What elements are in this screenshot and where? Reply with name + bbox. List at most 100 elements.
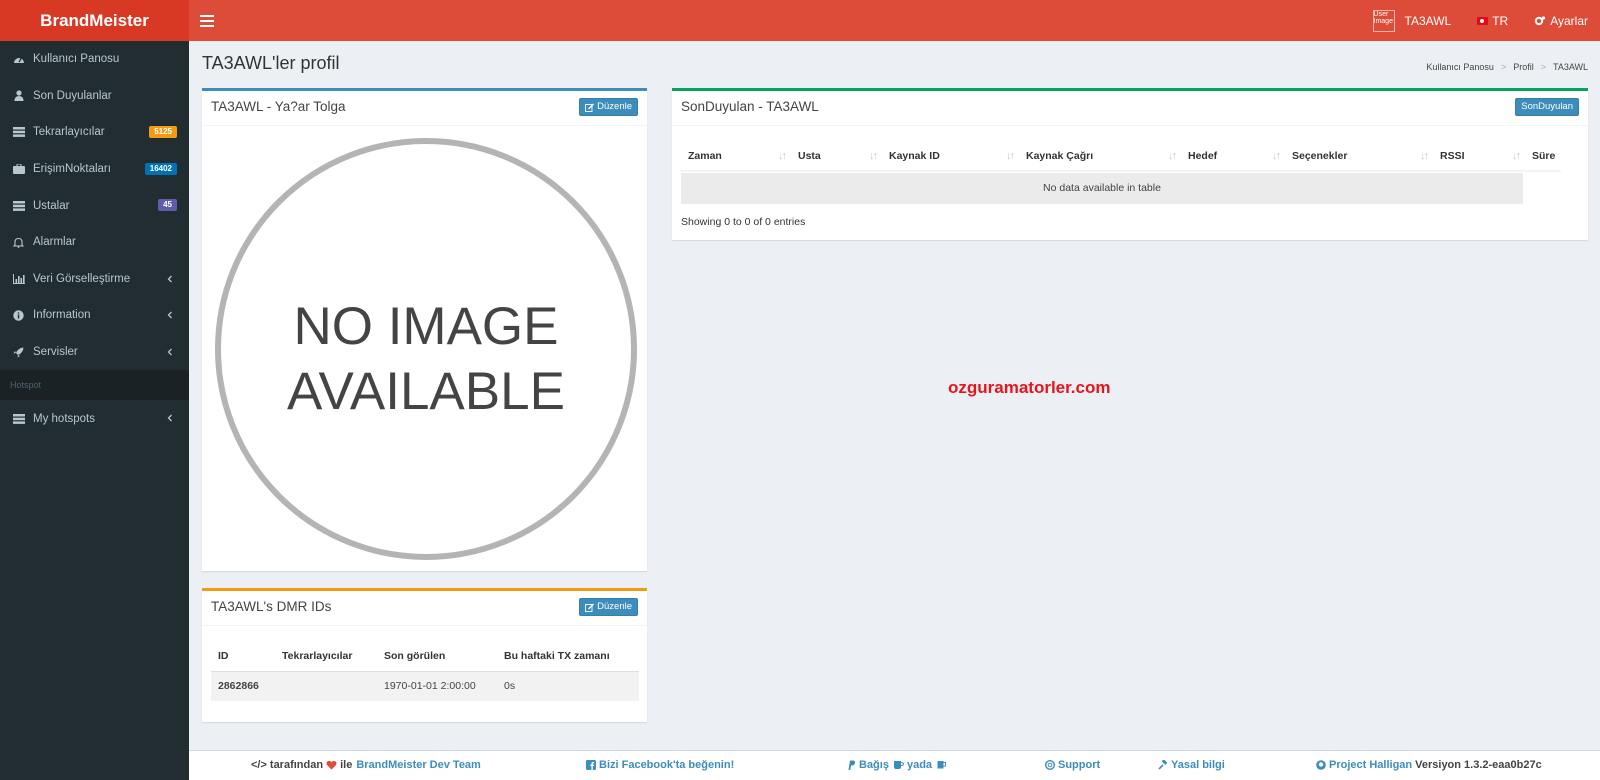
sidebar-item-alarms[interactable]: Alarmlar [0,224,189,261]
column-label: Seçenekler [1292,149,1348,162]
footer-credits: </> tarafından ile BrandMeister Dev Team [251,759,481,771]
column-label: RSSI [1440,149,1465,162]
gavel-icon [1158,760,1168,770]
column-header-time[interactable]: Zaman ↓↑ [681,141,791,172]
facebook-link[interactable]: Bizi Facebook'ta beğenin! [586,759,734,771]
column-header-repeaters: Tekrarlayıcılar [282,649,353,662]
sidebar-item-label: Son Duyulanlar [33,89,112,102]
sidebar: Kullanıcı Panosu Son Duyulanlar Tekrarla… [0,41,189,780]
user-avatar: User Image [1372,9,1395,32]
sidebar-item-label: My hotspots [33,412,95,425]
column-header-source-call[interactable]: Kaynak Çağrı ↓↑ [1019,141,1181,172]
bell-icon [12,236,25,248]
project-link[interactable]: Project Halligan [1329,759,1412,771]
coffee-icon [893,761,904,769]
sidebar-item-label: Veri Görselleştirme [33,272,131,285]
column-label: Kaynak ID [889,149,940,162]
or-text: yada [906,759,933,771]
dmr-id-cell: 2862866 [211,670,275,701]
sidebar-toggle-icon[interactable] [200,12,214,28]
no-image-line2: AVAILABLE [287,362,565,421]
breadcrumb-item-profile[interactable]: Profil [1513,62,1534,72]
sidebar-section-header: Hotspot [0,370,189,401]
edit-dmr-ids-button[interactable]: Düzenle [579,598,638,616]
navbar-right: User Image TA3AWL TR Ayarlar [1347,0,1588,41]
edit-icon [585,103,595,112]
version-text: Versiyon 1.3.2-eaa0b27c [1415,759,1542,771]
page-title: TA3AWL'ler profil [202,53,340,73]
profile-box: TA3AWL - Ya?ar Tolga Düzenle NO IMAGE AV… [202,88,647,571]
sidebar-item-label: Kullanıcı Panosu [33,53,120,66]
bar-chart-icon [12,273,25,285]
settings-menu[interactable]: Ayarlar [1534,14,1588,28]
access-points-count-badge: 16402 [144,162,177,175]
breadcrumb-separator: > [1500,62,1507,72]
sidebar-item-data-visualization[interactable]: Veri Görselleştirme [0,261,189,298]
rocket-icon [12,346,25,358]
github-icon [1316,760,1326,770]
table-row: 2862866 1970-01-01 2:00:00 0s [211,670,639,701]
edit-dmr-label: Düzenle [597,601,632,612]
sort-icon: ↓↑ [1512,150,1521,162]
box-divider [202,625,647,626]
sort-icon: ↓↑ [1272,150,1281,162]
code-icon: </> [251,759,267,771]
sort-icon: ↓↑ [778,150,787,162]
column-header-id: ID [218,649,229,662]
breadcrumb-item-dashboard[interactable]: Kullanıcı Panosu [1426,62,1494,72]
footer-project-info: Project Halligan Versiyon 1.3.2-eaa0b27c [1316,759,1542,771]
table-empty-message: No data available in table [681,173,1523,204]
heart-icon [326,760,337,770]
table-info: Showing 0 to 0 of 0 entries [681,216,806,228]
sidebar-item-masters[interactable]: Ustalar 45 [0,187,189,224]
sidebar-item-repeaters[interactable]: Tekrarlayıcılar 5125 [0,114,189,151]
sidebar-item-label: Information [33,309,91,322]
last-heard-button[interactable]: SonDuyulan [1515,98,1579,116]
sidebar-item-label: Alarmlar [33,236,76,249]
server-icon [12,413,25,425]
sidebar-item-label: Servisler [33,346,78,359]
info-icon [12,309,25,321]
sidebar-item-label: Ustalar [33,199,70,212]
column-header-rssi[interactable]: RSSI ↓↑ [1433,141,1525,172]
brand-logo[interactable]: BrandMeister [0,0,189,41]
server-icon [12,200,25,212]
last-heard-title: SonDuyulan - TA3AWL [681,99,819,114]
column-header-duration[interactable]: Süre [1525,141,1561,172]
column-header-master[interactable]: Usta ↓↑ [791,141,882,172]
dashboard-icon [12,53,25,65]
edit-profile-button[interactable]: Düzenle [579,98,638,116]
column-header-target[interactable]: Hedef ↓↑ [1181,141,1285,172]
language-label: TR [1492,13,1509,28]
server-icon [12,126,25,138]
mug-icon[interactable] [936,760,947,770]
sidebar-item-services[interactable]: Servisler [0,334,189,371]
dmr-box-title: TA3AWL's DMR IDs [211,599,332,614]
support-link[interactable]: Support [1045,759,1100,771]
breadcrumb-separator: > [1540,62,1546,72]
user-menu[interactable]: User Image TA3AWL [1372,9,1451,32]
dev-team-link[interactable]: BrandMeister Dev Team [356,759,481,771]
column-header-source-id[interactable]: Kaynak ID ↓↑ [882,141,1019,172]
sidebar-item-last-heard[interactable]: Son Duyulanlar [0,78,189,115]
donate-link[interactable]: Bağış [859,759,889,771]
edit-icon [585,603,595,612]
sidebar-item-access-points[interactable]: ErişimNoktaları 16402 [0,151,189,188]
language-menu[interactable]: TR [1477,14,1508,28]
sidebar-item-dashboard[interactable]: Kullanıcı Panosu [0,41,189,78]
legal-link[interactable]: Yasal bilgi [1158,759,1225,771]
user-icon [12,90,25,102]
paypal-icon [848,760,856,770]
sidebar-item-information[interactable]: Information [0,297,189,334]
column-header-options[interactable]: Seçenekler ↓↑ [1285,141,1433,172]
sidebar-item-my-hotspots[interactable]: My hotspots [0,400,189,437]
sort-icon: ↓↑ [1168,150,1177,162]
legal-link-label: Yasal bilgi [1171,759,1225,771]
column-label: Zaman [688,149,722,162]
no-image-placeholder: NO IMAGE AVAILABLE [215,138,637,560]
turkey-flag-icon [1477,16,1489,25]
top-navbar: BrandMeister User Image TA3AWL TR Ayarla… [0,0,1600,41]
repeaters-cell [275,670,377,701]
last-seen-cell: 1970-01-01 2:00:00 [377,670,497,701]
facebook-icon [586,760,596,770]
